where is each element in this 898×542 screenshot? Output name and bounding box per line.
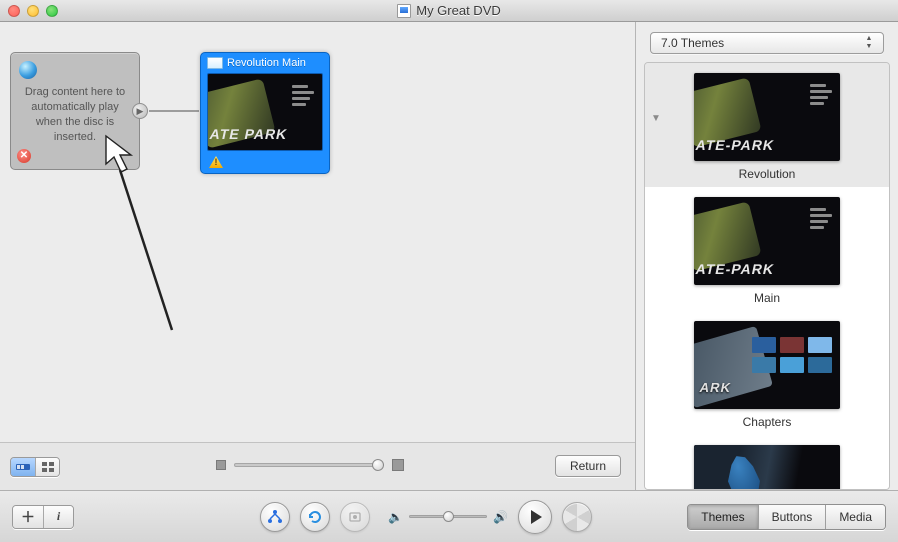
view-mode-outline[interactable]	[35, 458, 59, 476]
theme-label: Chapters	[645, 415, 889, 429]
play-button[interactable]	[518, 500, 552, 534]
theme-label: Main	[645, 291, 889, 305]
theme-item-main[interactable]: ATE-PARK Main	[645, 187, 889, 311]
zoom-in-icon[interactable]	[392, 459, 404, 471]
window-titlebar: My Great DVD	[0, 0, 898, 22]
motion-button[interactable]	[340, 502, 370, 532]
volume-track[interactable]	[409, 515, 487, 518]
view-mode-map[interactable]	[11, 458, 35, 476]
theme-thumbnail: ATE-PARK	[694, 197, 840, 285]
theme-item-extras[interactable]	[645, 435, 889, 490]
zoom-window-button[interactable]	[46, 5, 58, 17]
theme-thumbnail	[694, 445, 840, 490]
document-icon	[397, 4, 411, 18]
connection-handle[interactable]: ▶	[132, 103, 148, 119]
theme-list[interactable]: ▼ ATE-PARK Revolution ATE-PARK Main ARK …	[644, 62, 890, 490]
volume-low-icon: 🔈	[388, 510, 403, 524]
globe-icon	[19, 61, 37, 79]
theme-version-select[interactable]: 7.0 Themes ▲▼	[650, 32, 884, 54]
tab-themes[interactable]: Themes	[688, 505, 757, 529]
theme-label: Revolution	[645, 167, 889, 181]
zoom-out-icon[interactable]	[216, 460, 226, 470]
map-view-button[interactable]	[260, 502, 290, 532]
zoom-knob[interactable]	[372, 459, 384, 471]
refresh-button[interactable]	[300, 502, 330, 532]
add-button[interactable]: ＋	[13, 506, 43, 528]
theme-thumbnail: ARK	[694, 321, 840, 409]
canvas-footer: Return	[0, 442, 635, 490]
autoplay-drop-zone[interactable]: Drag content here to automatically play …	[10, 52, 140, 170]
info-button[interactable]: i	[43, 506, 73, 528]
return-button[interactable]: Return	[555, 455, 621, 477]
node-connector	[149, 110, 199, 112]
menu-node-title: Revolution Main	[227, 57, 306, 69]
tab-media[interactable]: Media	[825, 505, 885, 529]
menu-node-revolution-main[interactable]: Revolution Main ATE PARK	[200, 52, 330, 174]
theme-thumbnail: ATE-PARK	[694, 73, 840, 161]
menu-thumbnail[interactable]: ATE PARK	[207, 73, 323, 151]
minimize-window-button[interactable]	[27, 5, 39, 17]
select-stepper-icon: ▲▼	[861, 35, 877, 51]
close-window-button[interactable]	[8, 5, 20, 17]
error-icon: ✕	[17, 149, 31, 163]
view-mode-segmented[interactable]	[10, 457, 60, 477]
warning-icon	[209, 156, 223, 168]
inspector-tabs[interactable]: Themes Buttons Media	[687, 504, 886, 530]
theme-item-chapters[interactable]: ARK Chapters	[645, 311, 889, 435]
bottom-toolbar: ＋ i 🔈 🔊 Themes Buttons Media	[0, 490, 898, 542]
canvas-area[interactable]: Drag content here to automatically play …	[0, 22, 636, 490]
folder-icon	[207, 57, 223, 69]
window-title: My Great DVD	[416, 3, 501, 18]
burn-button[interactable]	[562, 502, 592, 532]
volume-knob[interactable]	[443, 511, 454, 522]
drop-zone-text: Drag content here to automatically play …	[19, 85, 131, 144]
disclosure-triangle-icon[interactable]: ▼	[651, 113, 661, 124]
themes-panel: 7.0 Themes ▲▼ ▼ ATE-PARK Revolution ATE-…	[636, 22, 898, 490]
volume-slider[interactable]: 🔈 🔊	[388, 510, 508, 524]
zoom-slider[interactable]	[216, 459, 404, 471]
zoom-track[interactable]	[234, 463, 384, 467]
theme-item-revolution[interactable]: ▼ ATE-PARK Revolution	[645, 63, 889, 187]
theme-version-label: 7.0 Themes	[661, 36, 724, 50]
volume-high-icon: 🔊	[493, 510, 508, 524]
tab-buttons[interactable]: Buttons	[758, 505, 826, 529]
